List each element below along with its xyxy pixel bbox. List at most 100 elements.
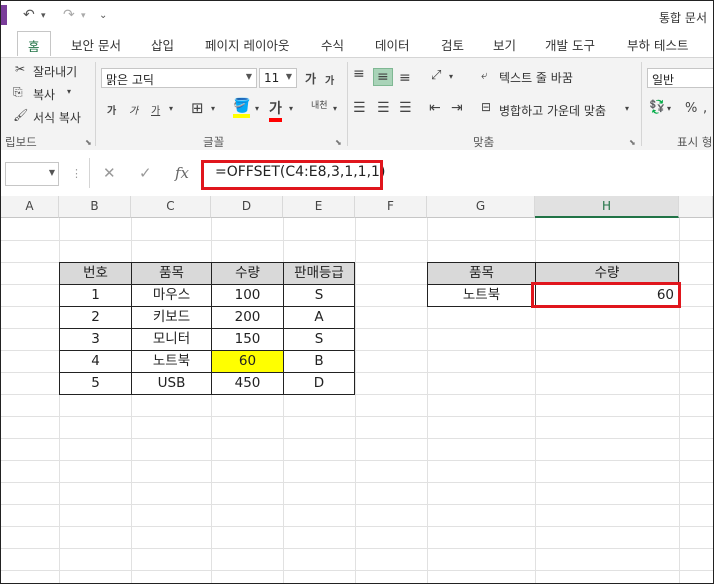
column-header-f[interactable]: F (355, 196, 427, 218)
tab-insert[interactable]: 삽입 (151, 35, 174, 54)
table-cell[interactable]: 5 (59, 372, 132, 395)
copy-dropdown-icon[interactable]: ▾ (67, 87, 71, 96)
tab-developer[interactable]: 개발 도구 (545, 35, 595, 54)
increase-indent-icon[interactable]: ⇥ (451, 100, 463, 116)
font-name-combo[interactable]: 맑은 고딕 ▼ (101, 68, 257, 88)
merge-center-button[interactable]: 병합하고 가운데 맞춤 (499, 102, 606, 119)
underline-dropdown-icon[interactable]: ▾ (169, 104, 173, 113)
accounting-format-icon[interactable]: 💱 (649, 100, 665, 115)
ribbon-separator (641, 62, 642, 146)
column-header-d[interactable]: D (211, 196, 283, 218)
decrease-indent-icon[interactable]: ⇤ (429, 100, 441, 116)
table-cell[interactable]: 노트북 (427, 284, 536, 307)
tab-data[interactable]: 데이터 (375, 35, 410, 54)
table-cell[interactable]: D (283, 372, 355, 395)
table-header-cell[interactable]: 판매등급 (283, 262, 355, 285)
borders-icon[interactable]: ⊞ (191, 99, 204, 117)
table-cell[interactable]: 4 (59, 350, 132, 373)
phonetic-icon[interactable]: 내천 (311, 98, 328, 111)
table-cell[interactable]: 모니터 (131, 328, 212, 351)
align-bottom-icon[interactable]: ≡ (399, 70, 411, 86)
table-cell[interactable]: USB (131, 372, 212, 395)
tab-load-test[interactable]: 부하 테스트 (627, 35, 688, 54)
column-header-i[interactable] (679, 196, 713, 218)
redo-icon[interactable]: ↷ (63, 7, 75, 23)
borders-dropdown-icon[interactable]: ▾ (211, 104, 215, 113)
align-center-icon[interactable]: ☰ (377, 100, 390, 116)
tab-formulas[interactable]: 수식 (321, 35, 344, 54)
highlighted-cell[interactable]: 60 (211, 350, 284, 373)
comma-style-icon[interactable]: , (703, 101, 707, 116)
tab-home[interactable]: 홈 (17, 31, 51, 56)
column-header-e[interactable]: E (283, 196, 355, 218)
align-top-icon[interactable]: ≡ (353, 66, 365, 82)
font-launcher-icon[interactable]: ⬊ (335, 138, 342, 147)
table-header-cell[interactable]: 품목 (131, 262, 212, 285)
table-cell[interactable]: 1 (59, 284, 132, 307)
column-header-c[interactable]: C (131, 196, 211, 218)
table-cell[interactable]: 100 (211, 284, 284, 307)
table-cell[interactable]: 450 (211, 372, 284, 395)
table-header-cell[interactable]: 수량 (211, 262, 284, 285)
clipboard-launcher-icon[interactable]: ⬊ (85, 138, 92, 147)
formula-callout-box (201, 160, 383, 190)
insert-function-icon[interactable]: fx (175, 164, 189, 182)
table-cell[interactable]: 키보드 (131, 306, 212, 329)
enter-icon[interactable]: ✓ (139, 164, 152, 182)
cut-button[interactable]: 잘라내기 (33, 63, 77, 80)
italic-button[interactable]: 가 (129, 102, 138, 117)
tab-review[interactable]: 검토 (441, 35, 464, 54)
font-color-dropdown-icon[interactable]: ▾ (289, 104, 293, 113)
percent-button[interactable]: % (685, 101, 697, 116)
number-group-label: 표시 형 (677, 135, 713, 149)
table-cell[interactable]: 150 (211, 328, 284, 351)
format-painter-button[interactable]: 서식 복사 (33, 109, 81, 126)
table-cell[interactable]: S (283, 328, 355, 351)
table-cell[interactable]: 노트북 (131, 350, 212, 373)
table-cell[interactable]: 2 (59, 306, 132, 329)
grow-font-button[interactable]: 가 (305, 70, 316, 87)
phonetic-dropdown-icon[interactable]: ▾ (333, 104, 337, 113)
merge-dropdown-icon[interactable]: ▾ (625, 104, 629, 113)
font-size-combo[interactable]: 11 ▼ (259, 68, 297, 88)
font-color-icon[interactable]: 가 (269, 98, 282, 122)
cancel-icon[interactable]: ✕ (103, 164, 116, 182)
accounting-dropdown-icon[interactable]: ▾ (667, 104, 671, 113)
tab-protect[interactable]: 보안 문서 (71, 35, 121, 54)
column-header-h[interactable]: H (535, 196, 679, 218)
table-header-cell[interactable]: 품목 (427, 262, 536, 285)
font-name-value: 맑은 고딕 (106, 73, 154, 87)
column-header-a[interactable]: A (1, 196, 59, 218)
undo-dropdown-icon[interactable]: ▾ (41, 11, 46, 21)
wrap-text-button[interactable]: 텍스트 줄 바꿈 (499, 69, 573, 86)
align-left-icon[interactable]: ☰ (353, 100, 366, 116)
customize-qat-icon[interactable]: ⌄ (99, 10, 107, 21)
alignment-launcher-icon[interactable]: ⬊ (629, 138, 636, 147)
wrap-text-icon: ⤶ (481, 68, 488, 82)
underline-button[interactable]: 가 (151, 102, 160, 117)
shrink-font-button[interactable]: 가 (325, 72, 334, 87)
table-cell[interactable]: S (283, 284, 355, 307)
copy-button[interactable]: 복사 (33, 86, 55, 103)
bold-button[interactable]: 가 (107, 102, 116, 117)
table-cell[interactable]: A (283, 306, 355, 329)
table-header-cell[interactable]: 번호 (59, 262, 132, 285)
undo-icon[interactable]: ↶ (23, 7, 35, 23)
orientation-icon[interactable]: ⤢ (431, 68, 441, 83)
tab-view[interactable]: 보기 (493, 35, 516, 54)
table-cell[interactable]: 3 (59, 328, 132, 351)
table-cell[interactable]: 마우스 (131, 284, 212, 307)
redo-dropdown-icon[interactable]: ▾ (81, 11, 86, 21)
orientation-dropdown-icon[interactable]: ▾ (449, 72, 453, 81)
fill-color-icon[interactable]: 🪣 (233, 98, 251, 118)
number-format-combo[interactable]: 일반 (647, 68, 713, 88)
name-box[interactable]: ▼ (5, 162, 59, 186)
table-cell[interactable]: B (283, 350, 355, 373)
align-middle-icon[interactable]: ≡ (373, 68, 393, 86)
align-right-icon[interactable]: ☰ (399, 100, 412, 116)
tab-page-layout[interactable]: 페이지 레이아웃 (205, 35, 289, 54)
column-header-b[interactable]: B (59, 196, 131, 218)
fill-dropdown-icon[interactable]: ▾ (255, 104, 259, 113)
column-header-g[interactable]: G (427, 196, 535, 218)
table-cell[interactable]: 200 (211, 306, 284, 329)
